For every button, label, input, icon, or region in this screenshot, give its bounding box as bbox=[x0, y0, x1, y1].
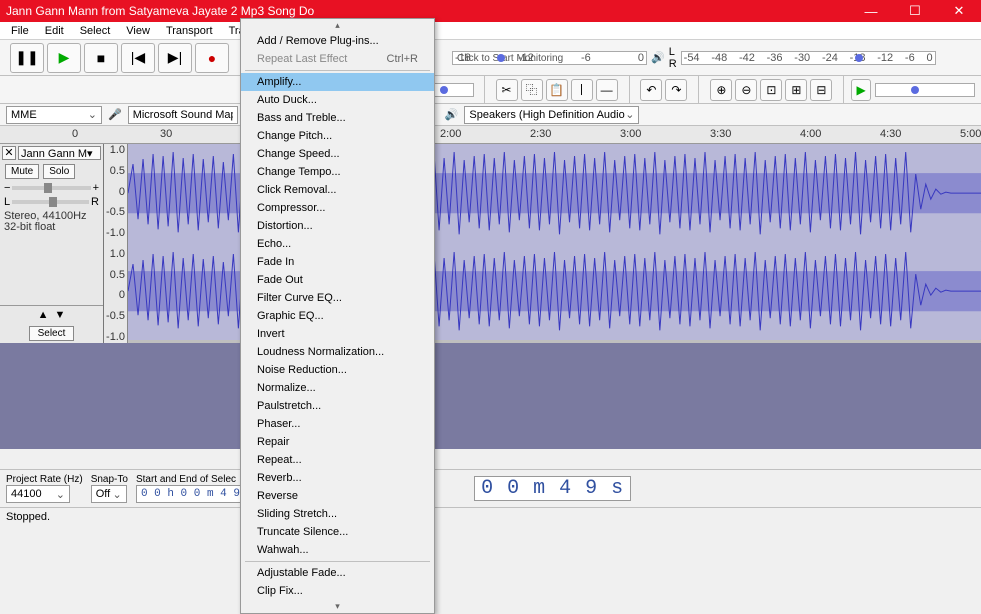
mic-icon: 🎤 bbox=[108, 108, 122, 121]
menu-item-bass-and-treble[interactable]: Bass and Treble... bbox=[241, 109, 434, 127]
play-button[interactable]: ▶ bbox=[47, 43, 81, 73]
host-combo[interactable]: MME⌄ bbox=[6, 106, 102, 124]
speed-slider[interactable] bbox=[875, 83, 975, 97]
snap-label: Snap-To bbox=[91, 474, 128, 485]
window-title: Jann Gann Mann from Satyameva Jayate 2 M… bbox=[6, 4, 314, 18]
pan-slider[interactable] bbox=[12, 200, 89, 204]
menu-item-paulstretch[interactable]: Paulstretch... bbox=[241, 397, 434, 415]
toolbar: ❚❚ ▶ ■ |◀ ▶| ● Click to Start Monitoring… bbox=[0, 40, 981, 76]
menu-item-click-removal[interactable]: Click Removal... bbox=[241, 181, 434, 199]
menu-item-auto-duck[interactable]: Auto Duck... bbox=[241, 91, 434, 109]
time-display[interactable]: 0 0 m 4 9 s bbox=[474, 476, 631, 501]
track-info: Stereo, 44100Hz32-bit float bbox=[0, 209, 103, 235]
silence-button[interactable]: — bbox=[596, 79, 618, 101]
menu-item-fade-out[interactable]: Fade Out bbox=[241, 271, 434, 289]
menu-bar: File Edit Select View Transport Tracks G… bbox=[0, 22, 981, 40]
project-rate-combo[interactable]: 44100⌄ bbox=[6, 485, 70, 503]
zoom-toggle-button[interactable]: ⊟ bbox=[810, 79, 832, 101]
menu-item-sliding-stretch[interactable]: Sliding Stretch... bbox=[241, 505, 434, 523]
menu-item-filter-curve-eq[interactable]: Filter Curve EQ... bbox=[241, 289, 434, 307]
device-row: MME⌄ 🎤 Microsoft Sound Mapper - In 🔊 Spe… bbox=[0, 104, 981, 126]
menu-item-reverse[interactable]: Reverse bbox=[241, 487, 434, 505]
record-button[interactable]: ● bbox=[195, 43, 229, 73]
skip-start-button[interactable]: |◀ bbox=[121, 43, 155, 73]
solo-button[interactable]: Solo bbox=[43, 164, 75, 179]
close-button[interactable]: ✕ bbox=[937, 0, 981, 22]
menu-item-repeat[interactable]: Repeat... bbox=[241, 451, 434, 469]
trim-button[interactable]: ⼁ bbox=[571, 79, 593, 101]
menu-item-change-speed[interactable]: Change Speed... bbox=[241, 145, 434, 163]
menu-item-repeat-last-effect: Repeat Last EffectCtrl+R bbox=[241, 50, 434, 68]
menu-transport[interactable]: Transport bbox=[159, 23, 220, 39]
speaker-icon: 🔊 bbox=[445, 108, 459, 121]
redo-button[interactable]: ↷ bbox=[665, 79, 687, 101]
track-close-button[interactable]: ✕ bbox=[2, 146, 16, 160]
paste-button[interactable]: 📋 bbox=[546, 79, 568, 101]
scroll-up-arrow[interactable]: ▴ bbox=[241, 19, 434, 32]
project-rate-label: Project Rate (Hz) bbox=[6, 474, 83, 485]
undo-button[interactable]: ↶ bbox=[640, 79, 662, 101]
menu-item-amplify[interactable]: Amplify... bbox=[241, 73, 434, 91]
title-bar: Jann Gann Mann from Satyameva Jayate 2 M… bbox=[0, 0, 981, 22]
menu-item-change-pitch[interactable]: Change Pitch... bbox=[241, 127, 434, 145]
track-name[interactable]: Jann Gann M▾ bbox=[18, 146, 101, 160]
stop-button[interactable]: ■ bbox=[84, 43, 118, 73]
menu-item-normalize[interactable]: Normalize... bbox=[241, 379, 434, 397]
menu-item-phaser[interactable]: Phaser... bbox=[241, 415, 434, 433]
menu-item-adjustable-fade[interactable]: Adjustable Fade... bbox=[241, 564, 434, 582]
menu-item-add-remove-plug-ins[interactable]: Add / Remove Plug-ins... bbox=[241, 32, 434, 50]
track-select-button[interactable]: Select bbox=[29, 326, 75, 341]
status-text: Stopped. bbox=[6, 511, 50, 523]
gain-slider[interactable] bbox=[12, 186, 90, 190]
scroll-down-arrow[interactable]: ▾ bbox=[241, 600, 434, 613]
menu-view[interactable]: View bbox=[119, 23, 157, 39]
track-area: ✕ Jann Gann M▾ Mute Solo −+ LR Stereo, 4… bbox=[0, 144, 981, 343]
skip-end-button[interactable]: ▶| bbox=[158, 43, 192, 73]
cut-button[interactable]: ✂ bbox=[496, 79, 518, 101]
track-control-panel: ✕ Jann Gann M▾ Mute Solo −+ LR Stereo, 4… bbox=[0, 144, 104, 343]
menu-item-echo[interactable]: Echo... bbox=[241, 235, 434, 253]
menu-item-graphic-eq[interactable]: Graphic EQ... bbox=[241, 307, 434, 325]
menu-select[interactable]: Select bbox=[73, 23, 118, 39]
status-bar: Project Rate (Hz) 44100⌄ Snap-To Off⌄ St… bbox=[0, 469, 981, 526]
snap-combo[interactable]: Off⌄ bbox=[91, 485, 127, 503]
maximize-button[interactable]: ☐ bbox=[893, 0, 937, 22]
rec-device-combo[interactable]: Microsoft Sound Mapper - In bbox=[128, 106, 238, 124]
play-device-combo[interactable]: Speakers (High Definition Audio⌄ bbox=[464, 106, 639, 124]
mute-button[interactable]: Mute bbox=[5, 164, 39, 179]
menu-item-change-tempo[interactable]: Change Tempo... bbox=[241, 163, 434, 181]
record-meter[interactable]: Click to Start Monitoring -18-12-60 bbox=[452, 51, 647, 65]
menu-file[interactable]: File bbox=[4, 23, 36, 39]
menu-item-fade-in[interactable]: Fade In bbox=[241, 253, 434, 271]
play-at-speed-button[interactable]: ▶ bbox=[851, 79, 871, 101]
copy-button[interactable]: ⿻ bbox=[521, 79, 543, 101]
menu-item-invert[interactable]: Invert bbox=[241, 325, 434, 343]
menu-item-repair[interactable]: Repair bbox=[241, 433, 434, 451]
menu-item-distortion[interactable]: Distortion... bbox=[241, 217, 434, 235]
menu-item-clip-fix[interactable]: Clip Fix... bbox=[241, 582, 434, 600]
menu-item-wahwah[interactable]: Wahwah... bbox=[241, 541, 434, 559]
minimize-button[interactable]: — bbox=[849, 0, 893, 22]
pause-button[interactable]: ❚❚ bbox=[10, 43, 44, 73]
play-meter[interactable]: 🔊 LR -54-48-42-36-30-24-18-12-60 bbox=[651, 46, 936, 70]
timeline-ruler[interactable]: 0 30 2:00 2:30 3:00 3:30 4:00 4:30 5:00 bbox=[0, 126, 981, 144]
effect-menu-dropdown: ▴ Add / Remove Plug-ins...Repeat Last Ef… bbox=[240, 18, 435, 614]
collapse-down-button[interactable]: ▼ bbox=[55, 309, 66, 321]
menu-item-noise-reduction[interactable]: Noise Reduction... bbox=[241, 361, 434, 379]
menu-item-loudness-normalization[interactable]: Loudness Normalization... bbox=[241, 343, 434, 361]
y-scale: 1.00.50-0.5-1.0 1.00.50-0.5-1.0 bbox=[104, 144, 128, 343]
zoom-in-button[interactable]: ⊕ bbox=[710, 79, 732, 101]
empty-track-area[interactable] bbox=[0, 343, 981, 449]
speaker-icon: 🔊 bbox=[651, 51, 665, 64]
menu-edit[interactable]: Edit bbox=[38, 23, 71, 39]
zoom-fit-button[interactable]: ⊞ bbox=[785, 79, 807, 101]
menu-item-reverb[interactable]: Reverb... bbox=[241, 469, 434, 487]
collapse-up-button[interactable]: ▲ bbox=[38, 309, 49, 321]
zoom-out-button[interactable]: ⊖ bbox=[735, 79, 757, 101]
menu-item-compressor[interactable]: Compressor... bbox=[241, 199, 434, 217]
zoom-sel-button[interactable]: ⊡ bbox=[760, 79, 782, 101]
toolbar-2: 🎤 ✂ ⿻ 📋 ⼁ — ↶ ↷ ⊕ ⊖ ⊡ ⊞ ⊟ ▶ bbox=[0, 76, 981, 104]
